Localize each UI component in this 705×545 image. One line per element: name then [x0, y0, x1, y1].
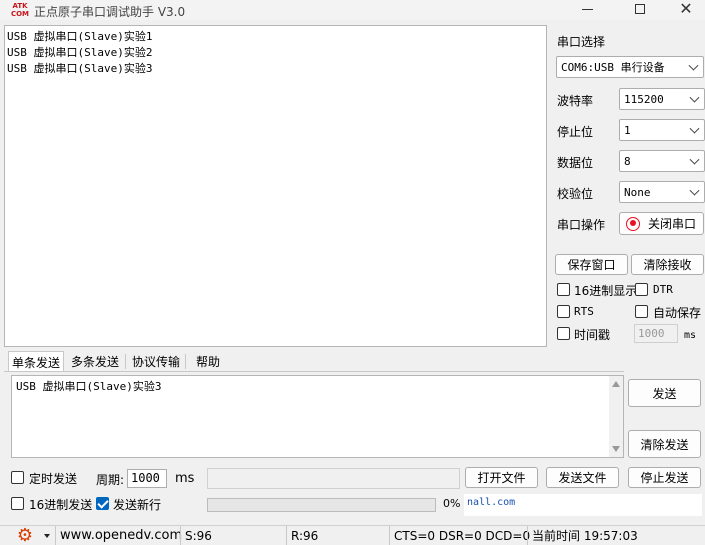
port-section-label: 串口选择	[557, 35, 606, 49]
stop-send-button[interactable]: 停止发送	[628, 467, 701, 488]
tab-help[interactable]: 帮助	[186, 351, 230, 371]
sent-count: S:96	[180, 526, 285, 545]
rts-label: RTS	[574, 305, 594, 318]
autosave-checkbox[interactable]	[635, 305, 648, 318]
chevron-down-icon	[689, 154, 700, 165]
send-textarea[interactable]: USB 虚拟串口(Slave)实验3	[11, 375, 624, 458]
tab-single-send[interactable]: 单条发送	[8, 351, 64, 372]
dtr-label: DTR	[653, 283, 673, 296]
timestamp-interval-input[interactable]: 1000	[634, 324, 678, 343]
open-file-button[interactable]: 打开文件	[465, 467, 538, 488]
hex-display-checkbox[interactable]	[557, 283, 570, 296]
port-operation-label: 串口操作	[557, 218, 606, 232]
newline-label: 发送新行	[113, 498, 162, 512]
close-port-button[interactable]: 关闭串口	[619, 212, 704, 235]
file-path-field[interactable]	[207, 468, 460, 489]
scroll-up-icon[interactable]	[612, 381, 620, 387]
send-button[interactable]: 发送	[628, 379, 701, 407]
receive-area[interactable]: USB 虚拟串口(Slave)实验1 USB 虚拟串口(Slave)实验2 US…	[4, 25, 547, 347]
period-input[interactable]: 1000	[127, 469, 167, 488]
stop-bits-label: 停止位	[557, 125, 594, 139]
dtr-checkbox[interactable]	[635, 283, 648, 296]
chevron-down-icon	[689, 185, 700, 196]
minimize-icon[interactable]	[582, 9, 593, 10]
timestamp-label: 时间戳	[574, 328, 611, 342]
window-title: 正点原子串口调试助手 V3.0	[34, 5, 186, 19]
hex-send-label: 16进制发送	[29, 498, 93, 512]
chevron-down-icon	[688, 60, 699, 71]
line-status: CTS=0 DSR=0 DCD=0	[389, 526, 530, 545]
rts-checkbox[interactable]	[557, 305, 570, 318]
newline-checkbox[interactable]	[96, 497, 109, 510]
clear-receive-button[interactable]: 清除接收	[631, 254, 704, 275]
title-bar: ATK COM 正点原子串口调试助手 V3.0 ✕	[0, 0, 705, 20]
current-time: 当前时间 19:57:03	[527, 526, 705, 545]
timed-send-checkbox[interactable]	[11, 471, 24, 484]
maximize-icon[interactable]	[635, 4, 645, 14]
tab-protocol[interactable]: 协议传输	[128, 351, 184, 371]
receive-line: USB 虚拟串口(Slave)实验3	[7, 62, 153, 75]
data-bits-label: 数据位	[557, 156, 594, 170]
settings-gear-icon[interactable]: ⚙	[15, 526, 35, 545]
tab-strip-line	[4, 371, 624, 372]
receive-line: USB 虚拟串口(Slave)实验2	[7, 46, 153, 59]
save-window-button[interactable]: 保存窗口	[555, 254, 628, 275]
send-file-button[interactable]: 发送文件	[546, 467, 619, 488]
url-field[interactable]: nall.com	[464, 494, 702, 516]
stop-bits-select[interactable]: 1	[619, 119, 705, 141]
send-progress-bar	[207, 498, 436, 512]
chevron-down-icon	[689, 92, 700, 103]
close-icon[interactable]: ✕	[678, 1, 694, 17]
hex-display-label: 16进制显示	[574, 284, 638, 298]
timestamp-unit: ms	[684, 330, 697, 341]
baud-select[interactable]: 115200	[619, 88, 705, 110]
data-bits-select[interactable]: 8	[619, 150, 705, 172]
parity-select[interactable]: None	[619, 181, 705, 203]
progress-percent: 0%	[443, 497, 461, 510]
tab-divider	[125, 354, 126, 369]
scroll-down-icon[interactable]	[612, 446, 620, 452]
port-select[interactable]: COM6:USB 串行设备	[556, 56, 704, 78]
send-scrollbar[interactable]	[609, 376, 623, 457]
received-count: R:96	[286, 526, 389, 545]
hex-send-checkbox[interactable]	[11, 497, 24, 510]
chevron-down-icon	[689, 123, 700, 134]
timestamp-checkbox[interactable]	[557, 327, 570, 340]
clear-send-button[interactable]: 清除发送	[628, 430, 701, 458]
receive-line: USB 虚拟串口(Slave)实验1	[7, 30, 153, 43]
dropdown-arrow-icon[interactable]	[44, 534, 50, 538]
website-link[interactable]: www.openedv.com	[55, 526, 182, 545]
baud-label: 波特率	[557, 94, 594, 108]
timed-send-label: 定时发送	[29, 472, 78, 486]
autosave-label: 自动保存	[653, 306, 702, 320]
period-unit: ms	[175, 471, 195, 486]
parity-label: 校验位	[557, 187, 594, 201]
app-logo-icon: ATK COM	[10, 2, 30, 18]
tab-multi-send[interactable]: 多条发送	[66, 351, 124, 371]
period-label: 周期:	[96, 473, 125, 487]
record-icon	[626, 216, 640, 231]
